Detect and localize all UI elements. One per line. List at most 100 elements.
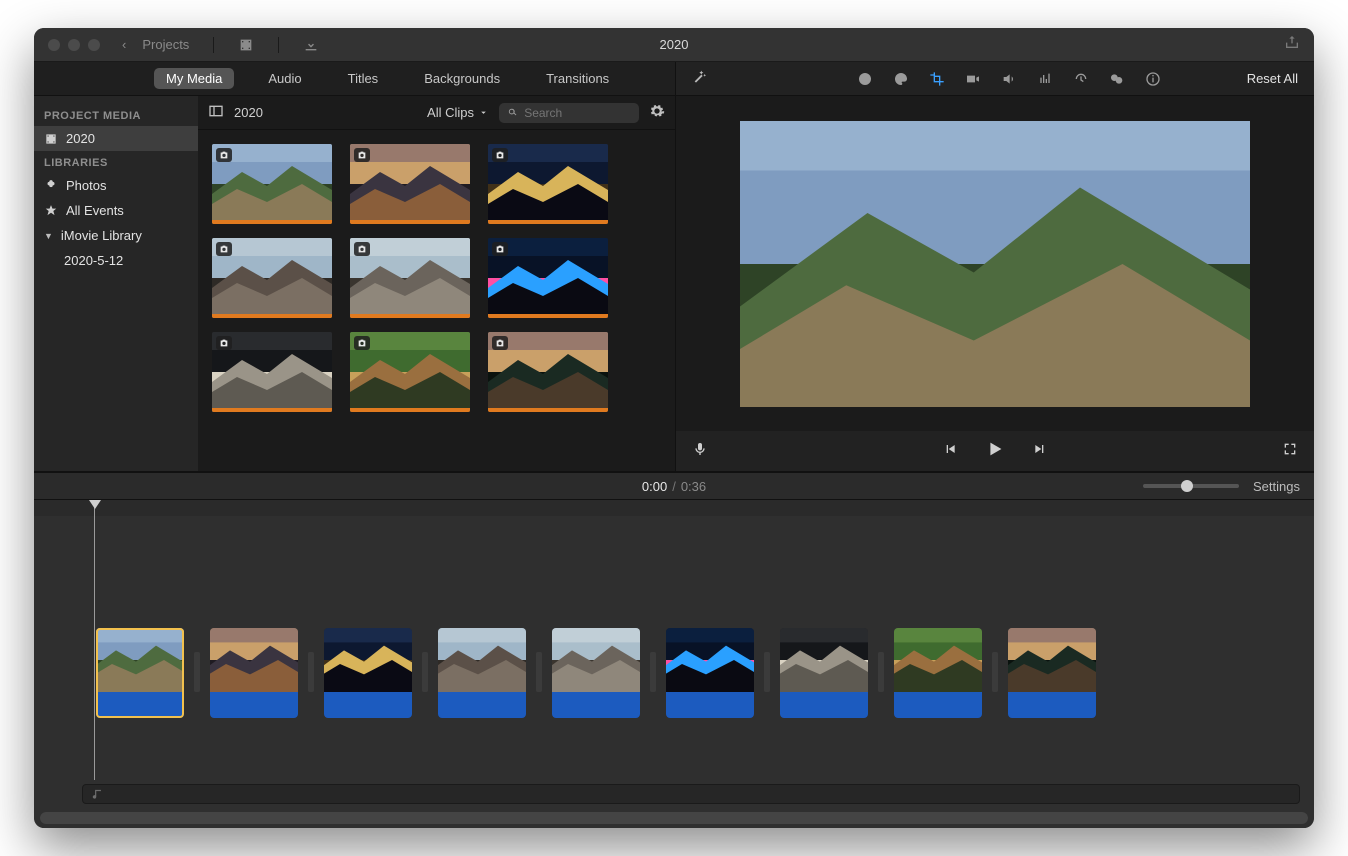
disclosure-triangle-icon[interactable]: ▼	[44, 231, 53, 241]
browser-clip[interactable]	[488, 332, 608, 412]
fullscreen-icon[interactable]	[1282, 441, 1298, 462]
timeline-clip[interactable]	[438, 628, 526, 718]
info-icon[interactable]	[1145, 71, 1161, 87]
camera-icon	[216, 242, 232, 256]
magic-wand-icon[interactable]	[692, 71, 708, 88]
timeline[interactable]	[34, 500, 1314, 828]
music-icon	[91, 787, 105, 806]
browser-clip[interactable]	[350, 238, 470, 318]
library-toggle-icon[interactable]	[238, 37, 254, 53]
browser-clip[interactable]	[212, 332, 332, 412]
noise-icon[interactable]	[1037, 71, 1053, 87]
media-tab-transitions[interactable]: Transitions	[534, 68, 621, 89]
media-tab-titles[interactable]: Titles	[336, 68, 391, 89]
sidebar-photos[interactable]: Photos	[34, 173, 198, 198]
audio-lane[interactable]	[82, 784, 1300, 804]
flower-icon	[44, 179, 58, 193]
browser-toolbar: 2020 All Clips	[198, 96, 675, 130]
browser-clip[interactable]	[350, 144, 470, 224]
stabilize-icon[interactable]	[965, 71, 981, 87]
duration: 0:36	[681, 479, 706, 494]
play-button[interactable]	[984, 438, 1006, 465]
timeline-clip[interactable]	[324, 628, 412, 718]
zoom-slider[interactable]	[1143, 484, 1239, 488]
timeline-clip[interactable]	[780, 628, 868, 718]
media-tab-backgrounds[interactable]: Backgrounds	[412, 68, 512, 89]
search-icon	[507, 106, 518, 119]
transition-handle[interactable]	[764, 652, 770, 692]
next-frame-button[interactable]	[1032, 441, 1048, 462]
prev-frame-button[interactable]	[942, 441, 958, 462]
sidebar-all-events-label: All Events	[66, 203, 124, 218]
timeline-header: 0:00/0:36 Settings	[34, 472, 1314, 500]
timeline-clip[interactable]	[666, 628, 754, 718]
browser-breadcrumb[interactable]: 2020	[234, 105, 263, 120]
sidebar-all-events[interactable]: All Events	[34, 198, 198, 223]
camera-icon	[354, 148, 370, 162]
browser-clip[interactable]	[350, 332, 470, 412]
timeline-clip[interactable]	[1008, 628, 1096, 718]
camera-icon	[354, 336, 370, 350]
timecode: 0:00/0:36	[642, 479, 706, 494]
timeline-ruler[interactable]	[34, 500, 1314, 516]
chevron-down-icon	[478, 107, 489, 118]
color-correct-icon[interactable]	[893, 71, 909, 87]
window-controls[interactable]	[34, 39, 100, 51]
share-icon[interactable]	[1284, 34, 1300, 55]
search-field[interactable]	[499, 103, 639, 123]
transition-handle[interactable]	[992, 652, 998, 692]
reset-all-button[interactable]: Reset All	[1247, 71, 1298, 86]
sidebar-imovie-library-label: iMovie Library	[61, 228, 142, 243]
record-voiceover-icon[interactable]	[692, 441, 708, 462]
timeline-clip[interactable]	[210, 628, 298, 718]
media-tab-my-media[interactable]: My Media	[154, 68, 234, 89]
media-tab-audio[interactable]: Audio	[256, 68, 313, 89]
filters-icon[interactable]	[1109, 71, 1125, 87]
browser-clip[interactable]	[488, 144, 608, 224]
import-icon[interactable]	[303, 37, 319, 53]
browser-settings-icon[interactable]	[649, 103, 665, 122]
speed-icon[interactable]	[1073, 71, 1089, 87]
color-balance-icon[interactable]	[857, 71, 873, 87]
clip-browser: 2020 All Clips	[198, 96, 675, 471]
clip-filter-dropdown[interactable]: All Clips	[427, 105, 489, 120]
timeline-settings-button[interactable]: Settings	[1253, 479, 1300, 494]
star-icon	[44, 204, 58, 218]
sidebar-project[interactable]: 2020	[34, 126, 198, 151]
transition-handle[interactable]	[422, 652, 428, 692]
projects-button[interactable]: Projects	[142, 37, 189, 52]
timeline-clip[interactable]	[96, 628, 184, 718]
search-input[interactable]	[524, 106, 631, 120]
transition-handle[interactable]	[194, 652, 200, 692]
back-button[interactable]: ‹	[122, 37, 126, 52]
playhead[interactable]	[94, 500, 95, 780]
transition-handle[interactable]	[308, 652, 314, 692]
sidebar-project-label: 2020	[66, 131, 95, 146]
transition-handle[interactable]	[878, 652, 884, 692]
browser-clip[interactable]	[488, 238, 608, 318]
sidebar-photos-label: Photos	[66, 178, 106, 193]
crop-icon[interactable]	[929, 71, 945, 87]
project-media-heading: PROJECT MEDIA	[34, 104, 198, 126]
camera-icon	[354, 242, 370, 256]
transition-handle[interactable]	[536, 652, 542, 692]
transition-handle[interactable]	[650, 652, 656, 692]
timeline-clip[interactable]	[552, 628, 640, 718]
sidebar-event[interactable]: 2020-5-12	[34, 248, 198, 273]
timeline-clip[interactable]	[894, 628, 982, 718]
volume-icon[interactable]	[1001, 71, 1017, 87]
viewer-toolbar: Reset All	[676, 62, 1314, 96]
timeline-scrollbar[interactable]	[40, 812, 1308, 824]
libraries-heading: LIBRARIES	[34, 151, 198, 173]
toggle-sidebar-icon[interactable]	[208, 103, 224, 122]
sidebar-imovie-library[interactable]: ▼ iMovie Library	[34, 223, 198, 248]
timeline-clips	[96, 628, 1096, 718]
sidebar-event-label: 2020-5-12	[64, 253, 123, 268]
media-browser: My Media Audio Titles Backgrounds Transition…	[34, 62, 676, 471]
clip-filter-label: All Clips	[427, 105, 474, 120]
browser-clip[interactable]	[212, 238, 332, 318]
preview-canvas[interactable]	[676, 96, 1314, 431]
camera-icon	[492, 336, 508, 350]
browser-clip[interactable]	[212, 144, 332, 224]
preview-frame	[740, 121, 1250, 407]
